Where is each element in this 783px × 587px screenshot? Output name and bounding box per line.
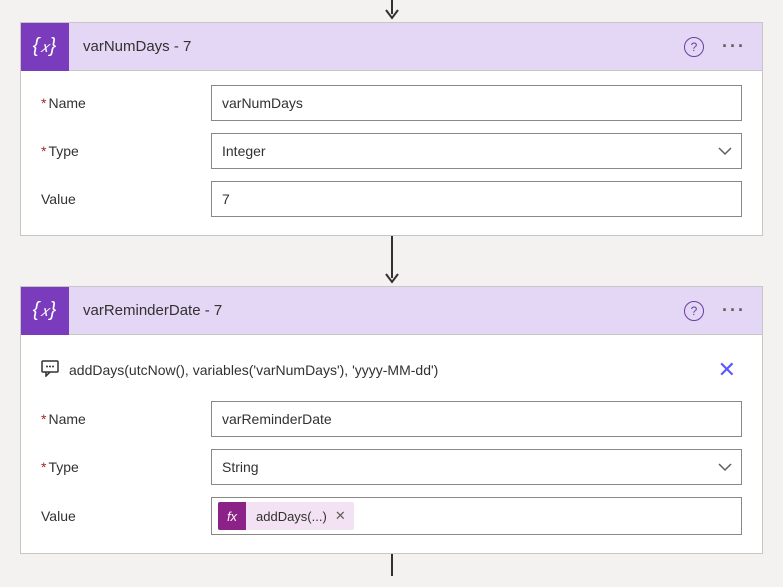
type-label: *Type xyxy=(41,459,211,475)
card-header[interactable]: {𝑥} varReminderDate - 7 ? ··· xyxy=(21,287,762,335)
variable-icon: {𝑥} xyxy=(21,287,69,335)
help-icon[interactable]: ? xyxy=(684,37,704,57)
type-label: *Type xyxy=(41,143,211,159)
connector-arrow-bottom xyxy=(0,554,783,576)
type-select[interactable]: String xyxy=(211,449,742,485)
remove-expression-icon[interactable]: ✕ xyxy=(333,508,354,524)
type-select[interactable]: Integer xyxy=(211,133,742,169)
action-card-varnumdays: {𝑥} varNumDays - 7 ? ··· *Name *Type Int… xyxy=(20,22,763,236)
more-menu-icon[interactable]: ··· xyxy=(718,36,750,57)
variable-icon: {𝑥} xyxy=(21,23,69,71)
value-input[interactable]: fx addDays(...) ✕ xyxy=(211,497,742,535)
close-icon[interactable]: ✕ xyxy=(712,357,742,383)
name-input[interactable] xyxy=(211,85,742,121)
value-input[interactable] xyxy=(211,181,742,217)
card-header[interactable]: {𝑥} varNumDays - 7 ? ··· xyxy=(21,23,762,71)
comment-icon xyxy=(41,359,59,382)
expression-text: addDays(...) xyxy=(246,509,333,524)
value-label: Value xyxy=(41,508,211,524)
more-menu-icon[interactable]: ··· xyxy=(718,300,750,321)
action-card-varreminderdate: {𝑥} varReminderDate - 7 ? ··· addDays(ut… xyxy=(20,286,763,554)
connector-arrow-top xyxy=(0,0,783,22)
card-title: varReminderDate - 7 xyxy=(69,302,684,319)
name-label: *Name xyxy=(41,95,211,111)
expression-chip[interactable]: fx addDays(...) ✕ xyxy=(218,502,354,530)
help-icon[interactable]: ? xyxy=(684,301,704,321)
name-input[interactable] xyxy=(211,401,742,437)
fx-icon: fx xyxy=(218,502,246,530)
comment-row: addDays(utcNow(), variables('varNumDays'… xyxy=(41,349,742,401)
connector-arrow-middle xyxy=(0,236,783,286)
card-body: addDays(utcNow(), variables('varNumDays'… xyxy=(21,335,762,553)
card-body: *Name *Type Integer Value xyxy=(21,71,762,235)
comment-text: addDays(utcNow(), variables('varNumDays'… xyxy=(69,362,702,378)
name-label: *Name xyxy=(41,411,211,427)
card-title: varNumDays - 7 xyxy=(69,38,684,55)
value-label: Value xyxy=(41,191,211,207)
